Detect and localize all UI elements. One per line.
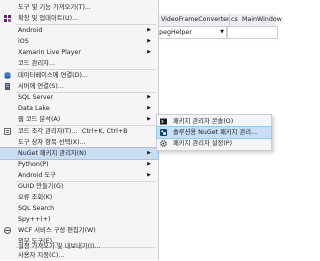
tools-menu: 도구 및 기능 가져오기(T)... 확장 및 업데이트(U)... Andro… [0,0,159,260]
submenu-arrow-icon: ▶ [147,150,151,156]
submenu-arrow-icon: ▶ [147,105,151,111]
menu-item-android-tools[interactable]: Android 도구 ▶ [0,170,158,181]
tab-divider [229,14,230,26]
nuget-icon [160,129,167,136]
tab-videoframeconverter[interactable]: VideoFrameConverter.cs [161,14,238,26]
menu-item-create-guid[interactable]: GUID 만들기(G) [0,181,158,192]
member-dropdown[interactable]: mpegHelper ▼ [150,26,227,39]
secondary-dropdown[interactable] [227,26,278,39]
menu-item-spy[interactable]: Spy++(+) [0,214,158,225]
menu-item-code-manager[interactable]: 코드 관리자... [0,58,158,69]
extensions-icon [4,15,11,22]
submenu-arrow-icon: ▶ [147,116,151,122]
menu-item-android[interactable]: Android ▶ [0,25,158,36]
menu-item-code-snippets-manager[interactable]: 코드 조각 관리자(T)... Ctrl+K, Ctrl+B [0,126,158,137]
submenu-arrow-icon: ▶ [147,27,151,33]
menu-item-connect-server[interactable]: 서버에 연결(S)... [0,81,158,92]
nuget-submenu: 패키지 관리자 콘솔(O) 솔루션용 NuGet 패키지 관리... 패키지 관… [156,114,272,151]
menu-item-web-code-analysis[interactable]: 웹 코드 분석(A) ▶ [0,114,158,125]
menu-item-xamarin-live-player[interactable]: Xamarin Live Player ▶ [0,47,158,58]
menu-item-python[interactable]: Python(P) ▶ [0,159,158,170]
menu-item-customize[interactable]: 사용자 지정(C)... [0,250,158,261]
submenu-arrow-icon: ▶ [147,94,151,100]
tab-mainwindow[interactable]: MainWindow [242,14,282,26]
submenu-arrow-icon: ▶ [147,49,151,55]
submenu-arrow-icon: ▶ [147,172,151,178]
menu-item-error-lookup[interactable]: 오류 조회(K) [0,192,158,203]
menu-item-sql-search[interactable]: SQL Search [0,203,158,214]
submenu-item-manage-nuget-solution[interactable]: 솔루션용 NuGet 패키지 관리... [156,126,272,139]
menu-item-data-lake[interactable]: Data Lake ▶ [0,103,158,114]
submenu-item-package-manager-console[interactable]: 패키지 관리자 콘솔(O) [157,116,271,127]
menu-item-connect-database[interactable]: 데이터베이스에 연결(D)... [0,70,158,81]
server-connect-icon [4,83,11,90]
snippet-icon [4,128,11,135]
shortcut-text: Ctrl+K, Ctrl+B [82,128,128,135]
wcf-icon [4,227,11,234]
menu-item-sql-server[interactable]: SQL Server ▶ [0,92,158,103]
database-connect-icon [4,72,11,79]
submenu-arrow-icon: ▶ [147,38,151,44]
menu-item-choose-toolbox-items[interactable]: 도구 상자 항목 선택(X)... [0,137,158,148]
gear-icon [160,140,167,147]
menu-item-nuget-package-manager[interactable]: NuGet 패키지 관리자(N) ▶ [0,147,159,160]
chevron-down-icon: ▼ [220,29,224,35]
menu-item-get-tools[interactable]: 도구 및 기능 가져오기(T)... [0,2,158,13]
menu-item-wcf-config-editor[interactable]: WCF 서비스 구성 편집기(W) [0,225,158,236]
submenu-item-package-manager-settings[interactable]: 패키지 관리자 설정(P) [157,138,271,149]
menu-item-ios[interactable]: iOS ▶ [0,36,158,47]
menu-item-extensions[interactable]: 확장 및 업데이트(U)... [0,13,158,24]
submenu-arrow-icon: ▶ [147,161,151,167]
console-icon [160,118,167,125]
